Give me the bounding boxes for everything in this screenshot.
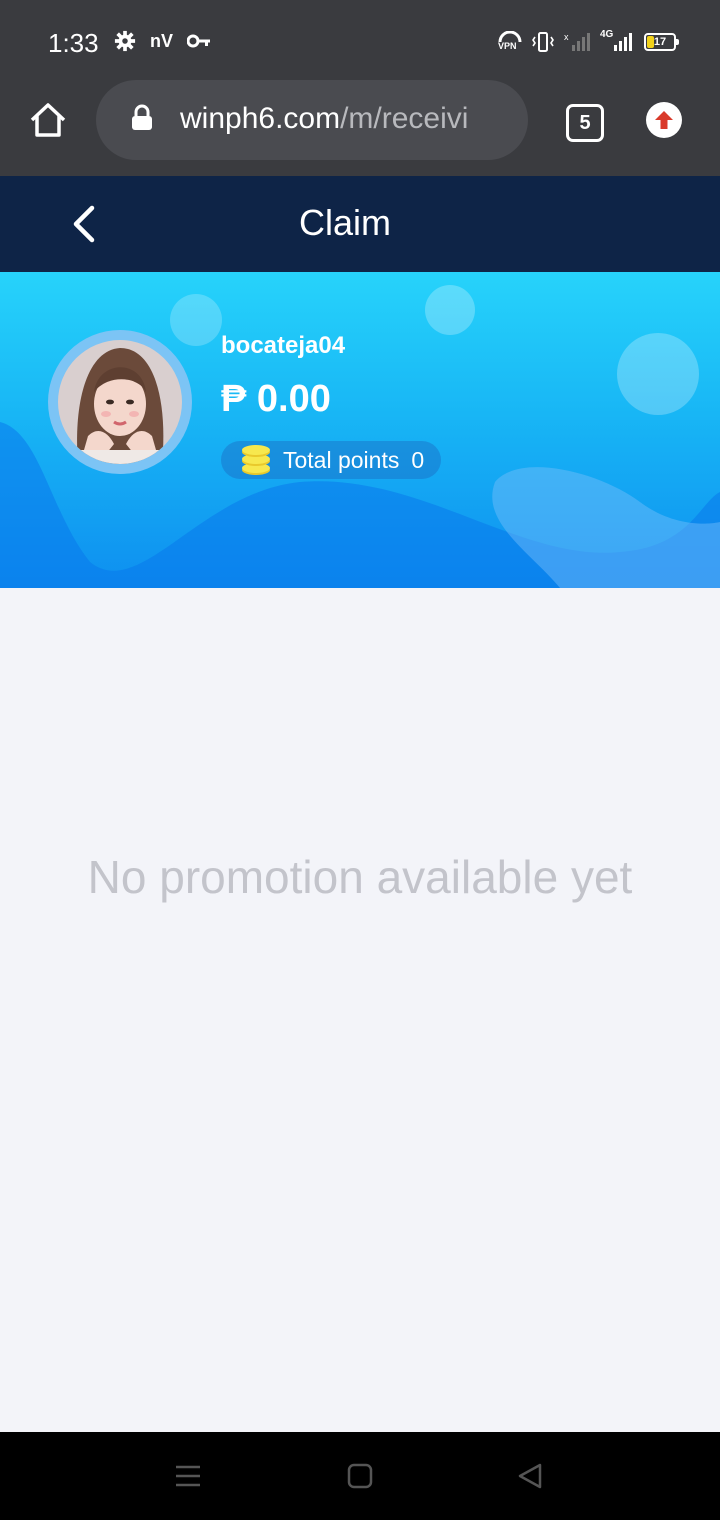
avatar-image: [58, 340, 182, 464]
home-icon[interactable]: [28, 100, 68, 140]
signal-off-icon: x: [564, 32, 590, 51]
signal-4g-icon: 4G: [600, 29, 634, 53]
carrier-label: nV: [150, 30, 174, 51]
profile-banner: bocateja04 ₱ 0.00 Total points 0: [0, 272, 720, 588]
page-title: Claim: [298, 202, 391, 243]
svg-text:x: x: [564, 32, 569, 42]
battery-icon: 17: [644, 33, 679, 51]
url-domain: winph6.com: [180, 102, 341, 135]
lock-icon: [132, 104, 152, 130]
coin-stack-icon: [242, 445, 270, 475]
vibrate-icon: [532, 32, 554, 52]
tab-switcher-button[interactable]: 5: [566, 104, 604, 142]
browser-toolbar: winph6.com/m/receivi 5: [0, 80, 720, 176]
avatar-portrait: [58, 340, 182, 464]
url-path: /m/receivi: [340, 102, 469, 135]
battery-level: 17: [653, 36, 667, 48]
status-left-icons: nV: [114, 30, 211, 52]
points-value: 0: [411, 446, 425, 473]
update-button[interactable]: [646, 102, 682, 138]
tab-count: 5: [579, 112, 591, 134]
address-bar[interactable]: winph6.com/m/receivi: [96, 80, 528, 160]
empty-state-message: No promotion available yet: [87, 851, 633, 903]
points-label: Total points: [283, 446, 400, 473]
status-right-icons: VPN x 4G 17: [498, 29, 679, 54]
system-nav-bar: [0, 1432, 720, 1520]
arrow-up-icon: [655, 111, 673, 129]
status-bar: 1:33 nV VPN x 4G 17: [0, 0, 720, 88]
balance: ₱ 0.00: [221, 378, 331, 420]
avatar[interactable]: [48, 330, 192, 474]
menu-icon[interactable]: [174, 1462, 202, 1490]
status-time: 1:33: [48, 28, 99, 58]
vpn-label: VPN: [498, 41, 517, 51]
url-text: winph6.com/m/receivi: [180, 102, 510, 136]
home-square-icon[interactable]: [346, 1462, 374, 1490]
username: bocateja04: [221, 332, 346, 359]
back-triangle-icon[interactable]: [516, 1462, 544, 1490]
settings-icon: [114, 30, 136, 52]
key-icon: [187, 34, 211, 48]
vpn-icon: VPN: [498, 30, 522, 54]
total-points-badge: Total points 0: [221, 441, 441, 479]
page-header: Claim: [0, 176, 720, 272]
